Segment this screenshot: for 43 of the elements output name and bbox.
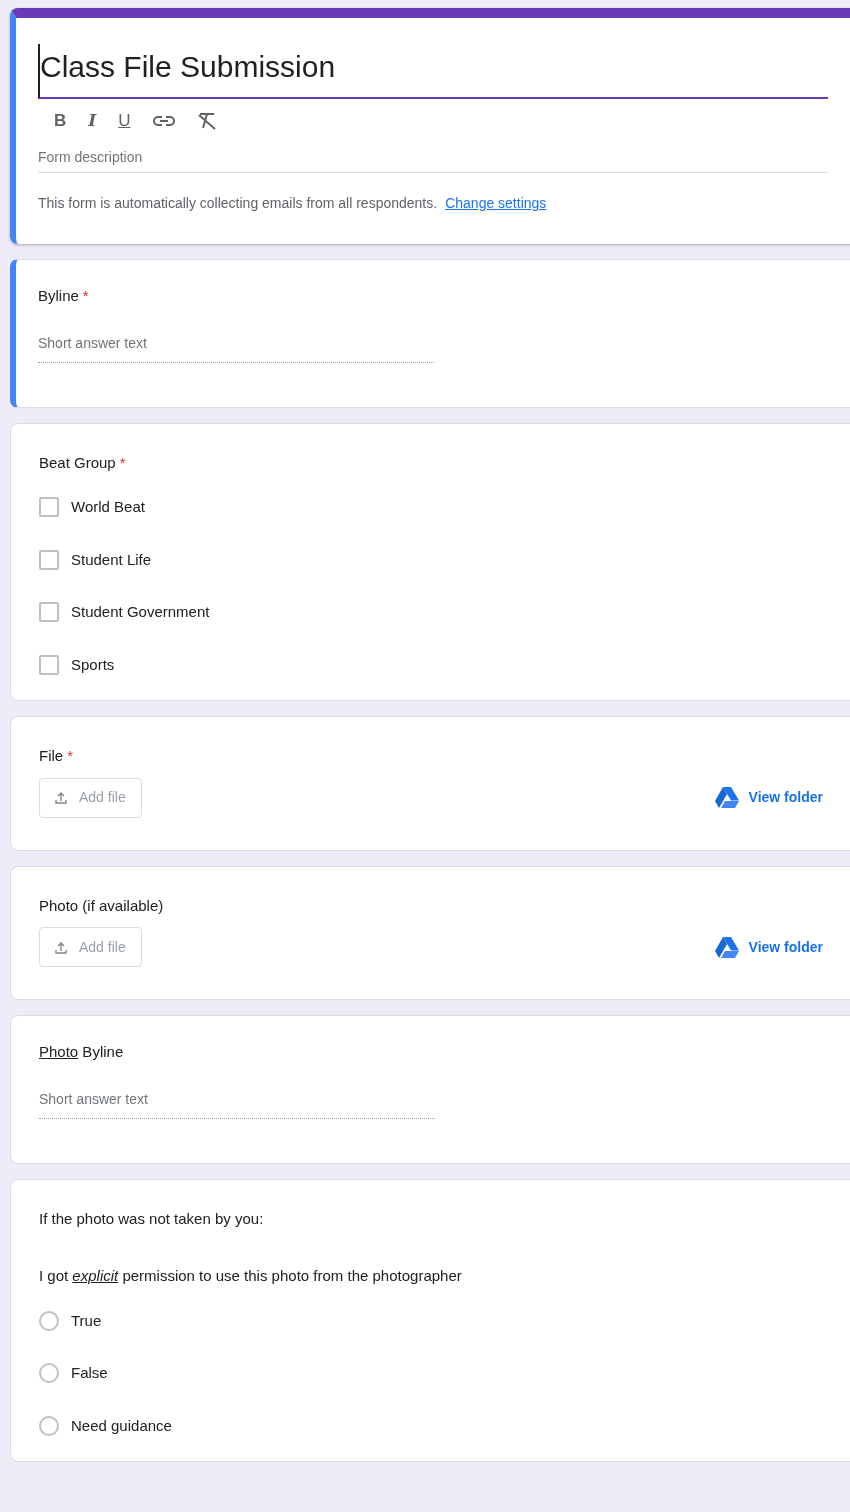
required-asterisk: * — [67, 746, 73, 766]
question-title: Photo Byline — [39, 1042, 124, 1062]
checkbox[interactable] — [39, 549, 59, 570]
link-icon[interactable] — [152, 115, 175, 127]
question-description: I got explicit permission to use this photo from the photographer — [39, 1266, 462, 1286]
radio-button[interactable] — [39, 1415, 59, 1436]
option-label: False — [71, 1363, 108, 1383]
checkbox[interactable] — [39, 497, 59, 518]
option-label: World Beat — [71, 497, 145, 517]
option-label: Sports — [71, 654, 115, 675]
add-file-button[interactable]: Add file — [39, 777, 142, 818]
question-title: Photo (if available) — [39, 895, 164, 916]
checkbox[interactable] — [39, 602, 59, 623]
form-title-field[interactable]: Class File Submission — [38, 44, 828, 99]
question-title: If the photo was not taken by you: — [39, 1208, 264, 1229]
italic-button[interactable]: I — [88, 108, 97, 134]
option-label: Student Government — [71, 602, 210, 622]
option-label: True — [71, 1310, 102, 1331]
short-answer-field[interactable]: Short answer text — [39, 1088, 435, 1119]
option-label: Student Life — [71, 549, 152, 570]
view-folder-link[interactable]: View folder — [714, 787, 823, 808]
question-title: Byline — [38, 286, 79, 306]
required-asterisk: * — [82, 286, 89, 306]
bold-button[interactable]: B — [54, 108, 67, 134]
email-collection-notice: This form is automatically collecting emails from all respondents. — [38, 194, 438, 213]
question-title: File — [39, 746, 64, 766]
checkbox[interactable] — [39, 654, 59, 675]
upload-icon — [55, 940, 67, 954]
change-settings-link[interactable]: Change settings — [445, 193, 547, 214]
underline-button[interactable]: U — [118, 108, 131, 134]
required-asterisk: * — [119, 452, 126, 473]
radio-button[interactable] — [39, 1310, 59, 1331]
drive-icon — [714, 936, 739, 958]
upload-icon — [55, 791, 67, 804]
form-description-field[interactable]: Form description — [38, 147, 828, 173]
short-answer-field[interactable]: Short answer text — [38, 332, 434, 363]
option-label: Need guidance — [71, 1415, 172, 1436]
add-file-button[interactable]: Add file — [39, 927, 142, 967]
view-folder-link[interactable]: View folder — [714, 936, 823, 958]
clear-formatting-icon[interactable] — [196, 112, 217, 130]
drive-icon — [714, 787, 739, 808]
question-title: Beat Group — [39, 452, 116, 473]
radio-button[interactable] — [39, 1363, 59, 1384]
